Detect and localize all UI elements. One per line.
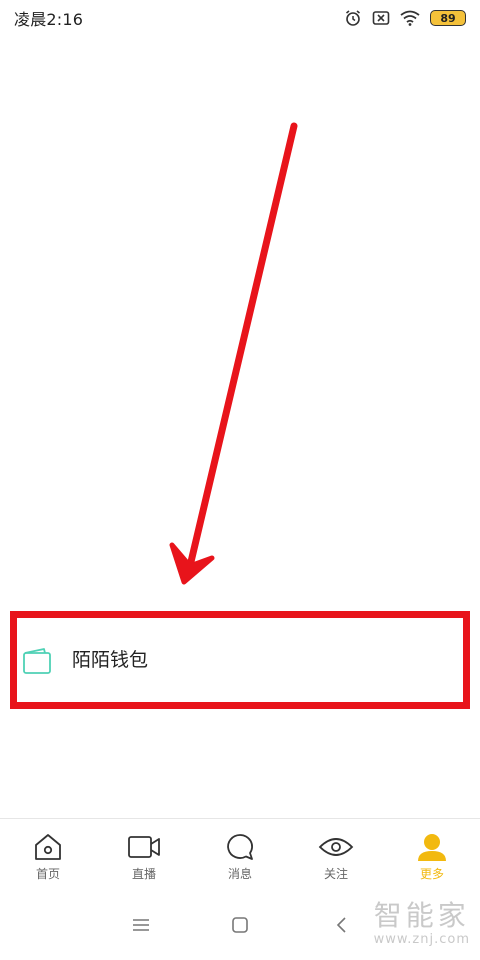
back-icon[interactable]: [332, 916, 352, 938]
battery-icon: 89: [430, 10, 466, 26]
tab-label: 首页: [35, 867, 60, 881]
bottom-tab-bar: 首页 直播 消息 关注 更多: [0, 818, 480, 897]
watermark-url: www.znj.com: [373, 932, 470, 947]
tab-live[interactable]: 直播: [96, 819, 192, 897]
battery-level: 89: [440, 11, 456, 25]
tab-label: 消息: [227, 867, 252, 881]
wifi-icon: [400, 10, 420, 26]
alarm-icon: [344, 9, 362, 27]
message-bubble-icon: [225, 833, 255, 861]
user-icon: [416, 833, 448, 861]
tab-follow[interactable]: 关注: [288, 819, 384, 897]
tab-messages[interactable]: 消息: [192, 819, 288, 897]
menu-icon[interactable]: [131, 916, 151, 938]
tab-more[interactable]: 更多: [384, 819, 480, 897]
home-square-icon[interactable]: [230, 916, 250, 938]
eye-icon: [318, 833, 354, 861]
tab-label: 关注: [323, 867, 348, 881]
tab-label: 直播: [131, 867, 156, 881]
tab-home[interactable]: 首页: [0, 819, 96, 897]
status-icons: 89: [344, 9, 466, 27]
watermark-main: 智能家: [373, 899, 470, 932]
video-camera-icon: [127, 833, 161, 861]
highlight-box: [10, 611, 470, 709]
arrow-annotation: [169, 122, 298, 585]
sim-off-icon: [372, 10, 390, 26]
tab-label: 更多: [419, 867, 444, 881]
home-icon: [33, 833, 63, 861]
watermark: 智能家 www.znj.com: [374, 900, 470, 948]
status-bar: 凌晨2:16 89: [0, 0, 480, 36]
status-time: 凌晨2:16: [14, 10, 84, 29]
